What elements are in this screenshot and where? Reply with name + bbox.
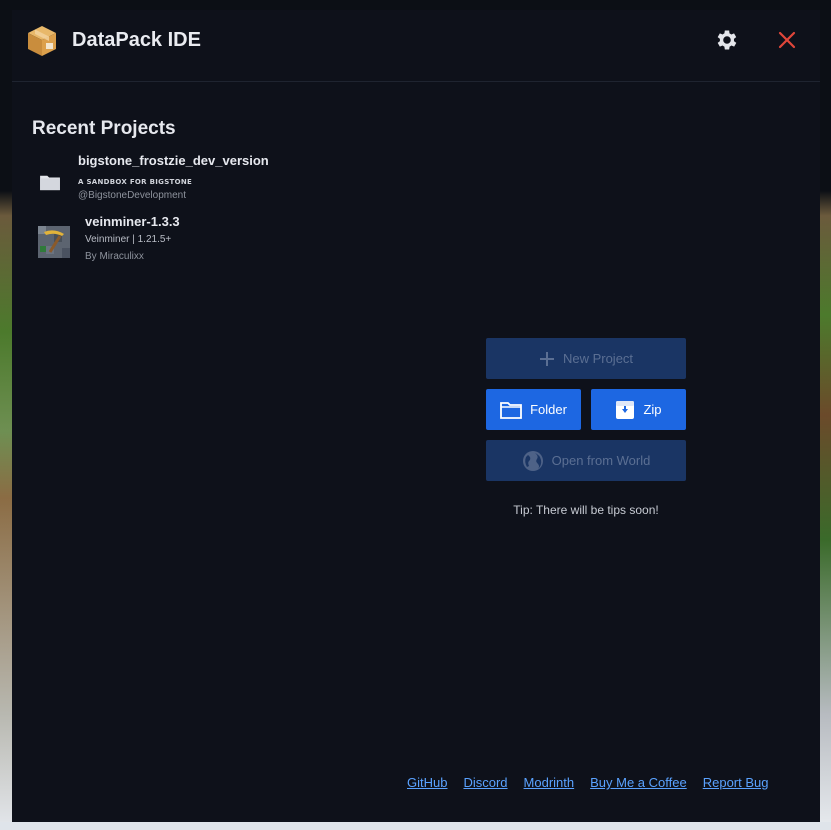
app-title: DataPack IDE — [72, 29, 201, 51]
project-description: A SANDBOX FOR BIGSTONE — [78, 178, 193, 186]
recent-projects-title: Recent Projects — [32, 118, 176, 139]
archive-icon — [616, 400, 635, 419]
desktop-background-right — [820, 0, 831, 830]
title-bar: DataPack IDE — [12, 10, 820, 82]
close-icon[interactable] — [776, 29, 798, 51]
folder-icon — [500, 401, 522, 419]
tip-text: Tip: There will be tips soon! — [513, 503, 659, 517]
github-link[interactable]: GitHub — [407, 775, 447, 790]
project-name: veinminer-1.3.3 — [85, 214, 180, 229]
folder-label: Folder — [530, 402, 567, 417]
project-author: By Miraculixx — [85, 251, 144, 262]
recent-project-item[interactable]: bigstone_frostzie_dev_version A SANDBOX … — [34, 153, 294, 205]
desktop-background-left — [0, 0, 12, 830]
new-project-label: New Project — [562, 351, 634, 366]
footer-links: GitHub Discord Modrinth Buy Me a Coffee … — [407, 775, 768, 790]
open-folder-button[interactable]: Folder — [486, 389, 581, 430]
modrinth-link[interactable]: Modrinth — [524, 775, 575, 790]
new-project-button[interactable]: New Project — [486, 338, 686, 379]
recent-project-item[interactable]: veinminer-1.3.3 Veinminer | 1.21.5+ By M… — [34, 214, 234, 266]
buy-me-a-coffee-link[interactable]: Buy Me a Coffee — [590, 775, 687, 790]
discord-link[interactable]: Discord — [463, 775, 507, 790]
pickaxe-icon — [38, 226, 70, 258]
project-name: bigstone_frostzie_dev_version — [78, 153, 269, 168]
globe-icon — [522, 450, 543, 471]
plus-icon — [539, 351, 554, 366]
zip-label: Zip — [643, 402, 662, 417]
open-from-world-button[interactable]: Open from World — [486, 440, 686, 481]
report-bug-link[interactable]: Report Bug — [703, 775, 769, 790]
desktop-background-top — [0, 0, 831, 10]
open-zip-button[interactable]: Zip — [591, 389, 686, 430]
gear-icon[interactable] — [714, 27, 740, 53]
project-meta: Veinminer | 1.21.5+ — [85, 234, 172, 245]
open-from-world-label: Open from World — [551, 453, 651, 468]
package-box-icon — [28, 26, 56, 56]
folder-icon — [40, 175, 60, 191]
desktop-background-bottom — [0, 822, 831, 830]
project-author: @BigstoneDevelopment — [78, 190, 186, 201]
app-window: DataPack IDE Recent Projects bigstone_fr… — [12, 10, 820, 822]
